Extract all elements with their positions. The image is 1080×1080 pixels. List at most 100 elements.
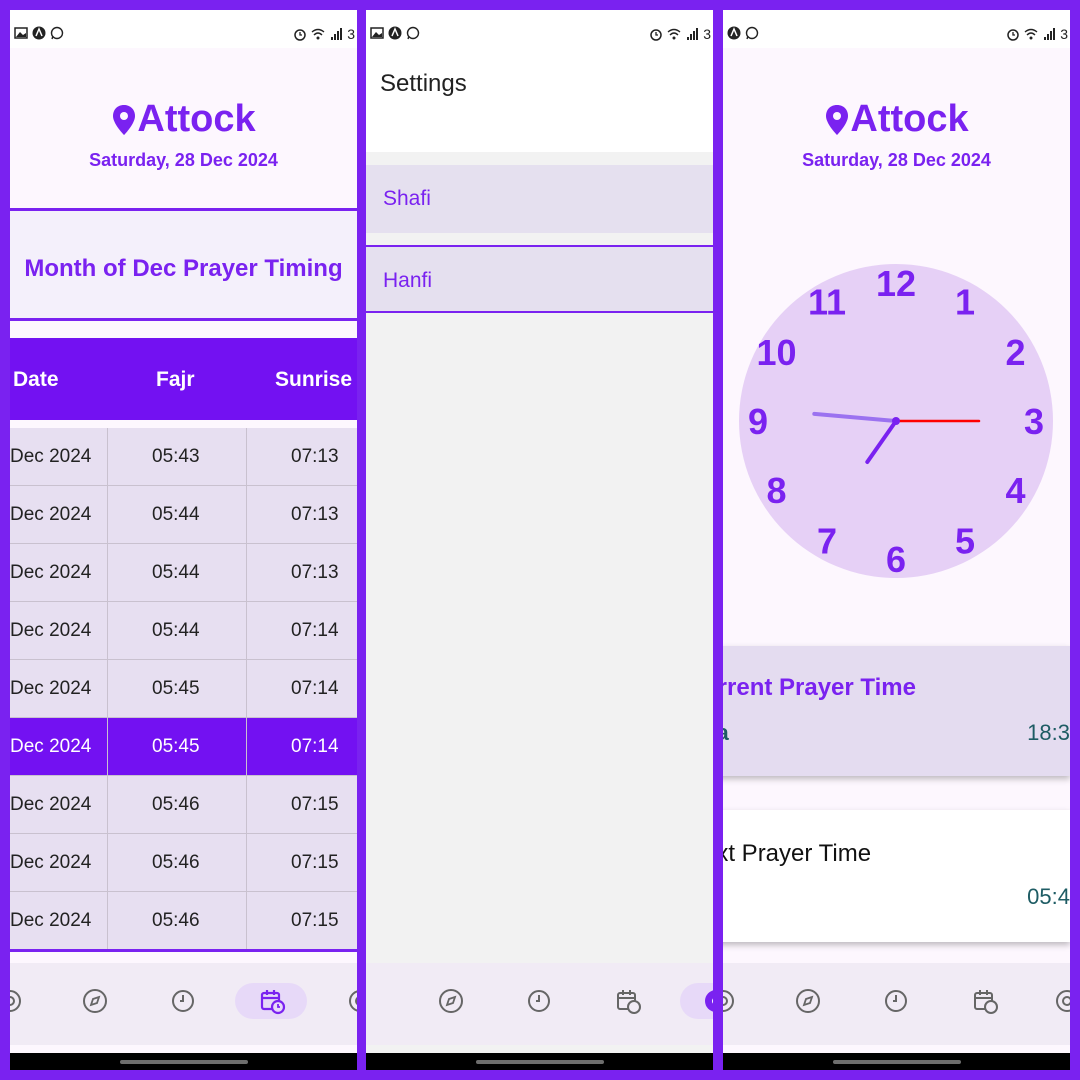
table-row[interactable]: Dec 2024 05:46 07:15 (10, 834, 357, 892)
cell-sunrise: 07:13 (291, 562, 339, 583)
option-label: Shafi (383, 187, 431, 210)
cell-fajr: 05:43 (152, 446, 200, 467)
clock-icon[interactable] (882, 987, 910, 1015)
location-pin-icon (113, 104, 136, 135)
current-prayer-label: urrent Prayer Time (723, 674, 916, 701)
month-timing-screen: 3 Attock Saturday, 28 Dec 2024 Month of … (10, 10, 357, 1070)
table-bottom-border (10, 949, 357, 952)
option-hanfi[interactable]: Hanfi (366, 245, 713, 313)
clock-numeral: 9 (748, 401, 768, 442)
cell-sunrise: 07:14 (291, 736, 339, 757)
table-row[interactable]: Dec 2024 05:44 07:13 (10, 486, 357, 544)
cell-date: Dec 2024 (10, 678, 92, 699)
settings-icon[interactable] (1053, 987, 1070, 1015)
bottom-navigation (10, 963, 357, 1045)
table-row[interactable]: Dec 2024 05:46 07:15 (10, 776, 357, 834)
wifi-icon (667, 28, 681, 40)
cell-date: Dec 2024 (10, 736, 92, 757)
gallery-icon (14, 27, 28, 39)
calendar-icon[interactable] (258, 987, 286, 1015)
clock-numeral: 1 (955, 281, 975, 322)
column-divider (107, 428, 108, 950)
current-prayer-time: 18:3 (1027, 720, 1070, 745)
app-notification-icon (727, 26, 741, 40)
whatsapp-icon (745, 26, 759, 40)
settings-icon[interactable] (723, 987, 737, 1015)
cell-fajr: 05:44 (152, 504, 200, 525)
settings-icon[interactable] (346, 987, 357, 1015)
clock-hub (892, 417, 900, 425)
cell-fajr: 05:46 (152, 852, 200, 873)
clock-numeral: 6 (886, 539, 906, 578)
status-bar: 3 (366, 10, 713, 48)
compass-icon[interactable] (437, 987, 465, 1015)
clock-numeral: 7 (817, 521, 837, 562)
signal-icon (331, 28, 343, 40)
location-header: Attock (723, 98, 1070, 141)
settings-icon[interactable] (702, 987, 713, 1015)
column-header-fajr: Fajr (156, 368, 195, 391)
clock-icon[interactable] (169, 987, 197, 1015)
clock-numeral: 5 (955, 521, 975, 562)
bottom-navigation (723, 963, 1070, 1045)
status-bar: 3 (10, 10, 357, 48)
table-row[interactable]: Dec 2024 05:45 07:14 (10, 660, 357, 718)
cell-sunrise: 07:15 (291, 852, 339, 873)
cell-date: Dec 2024 (10, 620, 92, 641)
home-screen: 3 Attock Saturday, 28 Dec 2024 12 1 2 3 4 5 6 7… (723, 10, 1070, 1070)
alarm-icon (1007, 29, 1019, 41)
table-row[interactable]: Dec 2024 05:44 07:14 (10, 602, 357, 660)
calendar-icon[interactable] (614, 987, 642, 1015)
option-label: Hanfi (383, 269, 433, 292)
cell-fajr: 05:46 (152, 910, 200, 931)
location-header: Attock (10, 98, 357, 141)
settings-screen: 3 Settings Shafi Hanfi (366, 10, 713, 1070)
month-title-box: Month of Dec Prayer Timing (10, 208, 357, 321)
clock-numeral: 8 (766, 470, 786, 511)
cell-sunrise: 07:13 (291, 446, 339, 467)
app-notification-icon (388, 26, 402, 40)
signal-icon (687, 28, 699, 40)
next-prayer-label: ext Prayer Time (723, 840, 872, 867)
wifi-icon (311, 28, 325, 40)
next-prayer-card[interactable]: ext Prayer Time jr 05:4 (723, 810, 1070, 942)
option-shafi[interactable]: Shafi (366, 165, 713, 233)
whatsapp-icon (406, 26, 420, 40)
calendar-icon[interactable] (971, 987, 999, 1015)
cell-sunrise: 07:15 (291, 910, 339, 931)
gallery-icon (370, 27, 384, 39)
table-row[interactable]: Dec 2024 05:46 07:15 (10, 892, 357, 950)
cell-date: Dec 2024 (10, 910, 92, 931)
table-row[interactable]: Dec 2024 05:44 07:13 (10, 544, 357, 602)
status-bar: 3 (723, 10, 1070, 48)
location-pin-icon (826, 104, 849, 135)
wifi-icon (1024, 28, 1038, 40)
clock-numeral: 4 (1005, 470, 1025, 511)
cell-fajr: 05:45 (152, 678, 200, 699)
cell-fajr: 05:44 (152, 620, 200, 641)
home-gesture-pill[interactable] (832, 1060, 961, 1064)
table-row[interactable]: Dec 2024 05:43 07:13 (10, 428, 357, 486)
cell-date: Dec 2024 (10, 504, 92, 525)
compass-icon[interactable] (81, 987, 109, 1015)
system-nav-bar (366, 1053, 713, 1070)
settings-icon[interactable] (10, 987, 24, 1015)
cell-sunrise: 07:13 (291, 504, 339, 525)
settings-title: Settings (380, 70, 467, 97)
cell-date: Dec 2024 (10, 562, 92, 583)
home-gesture-pill[interactable] (475, 1060, 604, 1064)
month-title: Month of Dec Prayer Timing (24, 255, 343, 282)
column-divider (246, 428, 247, 950)
current-date: Saturday, 28 Dec 2024 (89, 150, 278, 170)
current-prayer-card[interactable]: urrent Prayer Time ha 18:3 (723, 646, 1070, 776)
cell-fajr: 05:45 (152, 736, 200, 757)
column-header-date: Date (13, 368, 59, 391)
app-bar (366, 48, 713, 152)
cell-date: Dec 2024 (10, 794, 92, 815)
status-text: 3 (347, 26, 355, 42)
table-row[interactable]: Dec 2024 05:45 07:14 (10, 718, 357, 776)
compass-icon[interactable] (794, 987, 822, 1015)
home-gesture-pill[interactable] (119, 1060, 248, 1064)
cell-fajr: 05:46 (152, 794, 200, 815)
clock-icon[interactable] (525, 987, 553, 1015)
